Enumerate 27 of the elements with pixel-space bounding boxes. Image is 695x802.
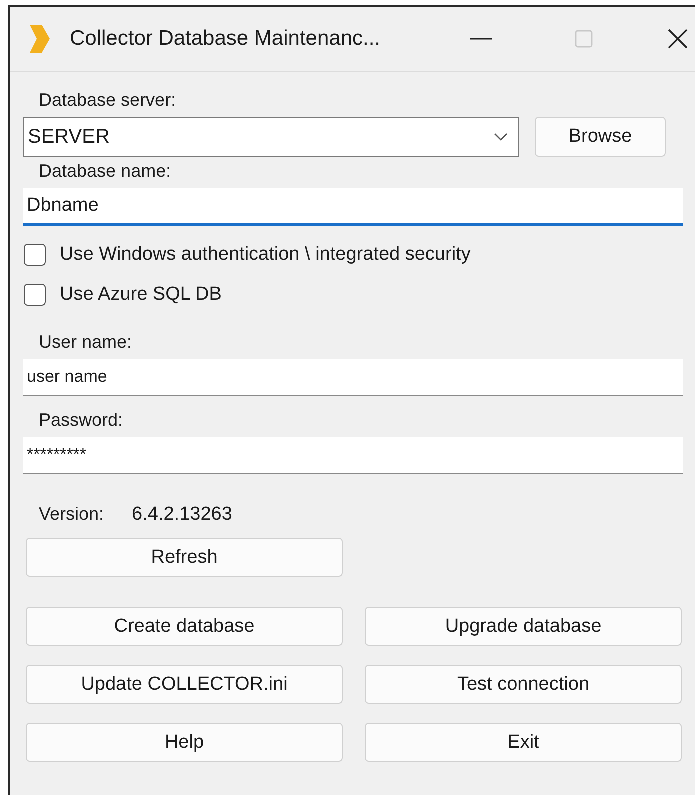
close-icon[interactable] [668,29,688,49]
action-button[interactable]: Exit [365,723,682,762]
action-button[interactable]: Update COLLECTOR.ini [26,665,343,704]
chevron-logo-icon [28,23,52,55]
field-label: Database server: [39,90,176,111]
server-dropdown[interactable]: SERVER [23,117,519,157]
version-label: Version: [39,504,104,526]
version-number: 6.4.2.13263 [132,504,232,526]
checkbox-label: Use Azure SQL DB [60,284,222,306]
browse-button[interactable]: Browse [535,117,666,157]
field-label: User name: [39,332,132,353]
field-label: Database name: [39,161,172,182]
action-button[interactable]: Create database [26,607,343,646]
refresh-button[interactable]: Refresh [26,538,343,577]
input-field[interactable]: ********* [23,437,683,474]
checkbox[interactable] [24,244,46,266]
action-button[interactable]: Test connection [365,665,682,704]
window-title: Collector Database Maintenanc... [70,27,382,51]
input-field[interactable]: Dbname [23,188,683,226]
action-button[interactable]: Upgrade database [365,607,682,646]
action-button[interactable]: Help [26,723,343,762]
checkbox[interactable] [24,284,46,306]
minimize-icon[interactable] [470,37,492,41]
chevron-down-icon [494,133,508,141]
checkbox-label: Use Windows authentication \ integrated security [60,244,471,266]
field-label: Password: [39,410,124,431]
input-field[interactable]: user name [23,359,683,396]
